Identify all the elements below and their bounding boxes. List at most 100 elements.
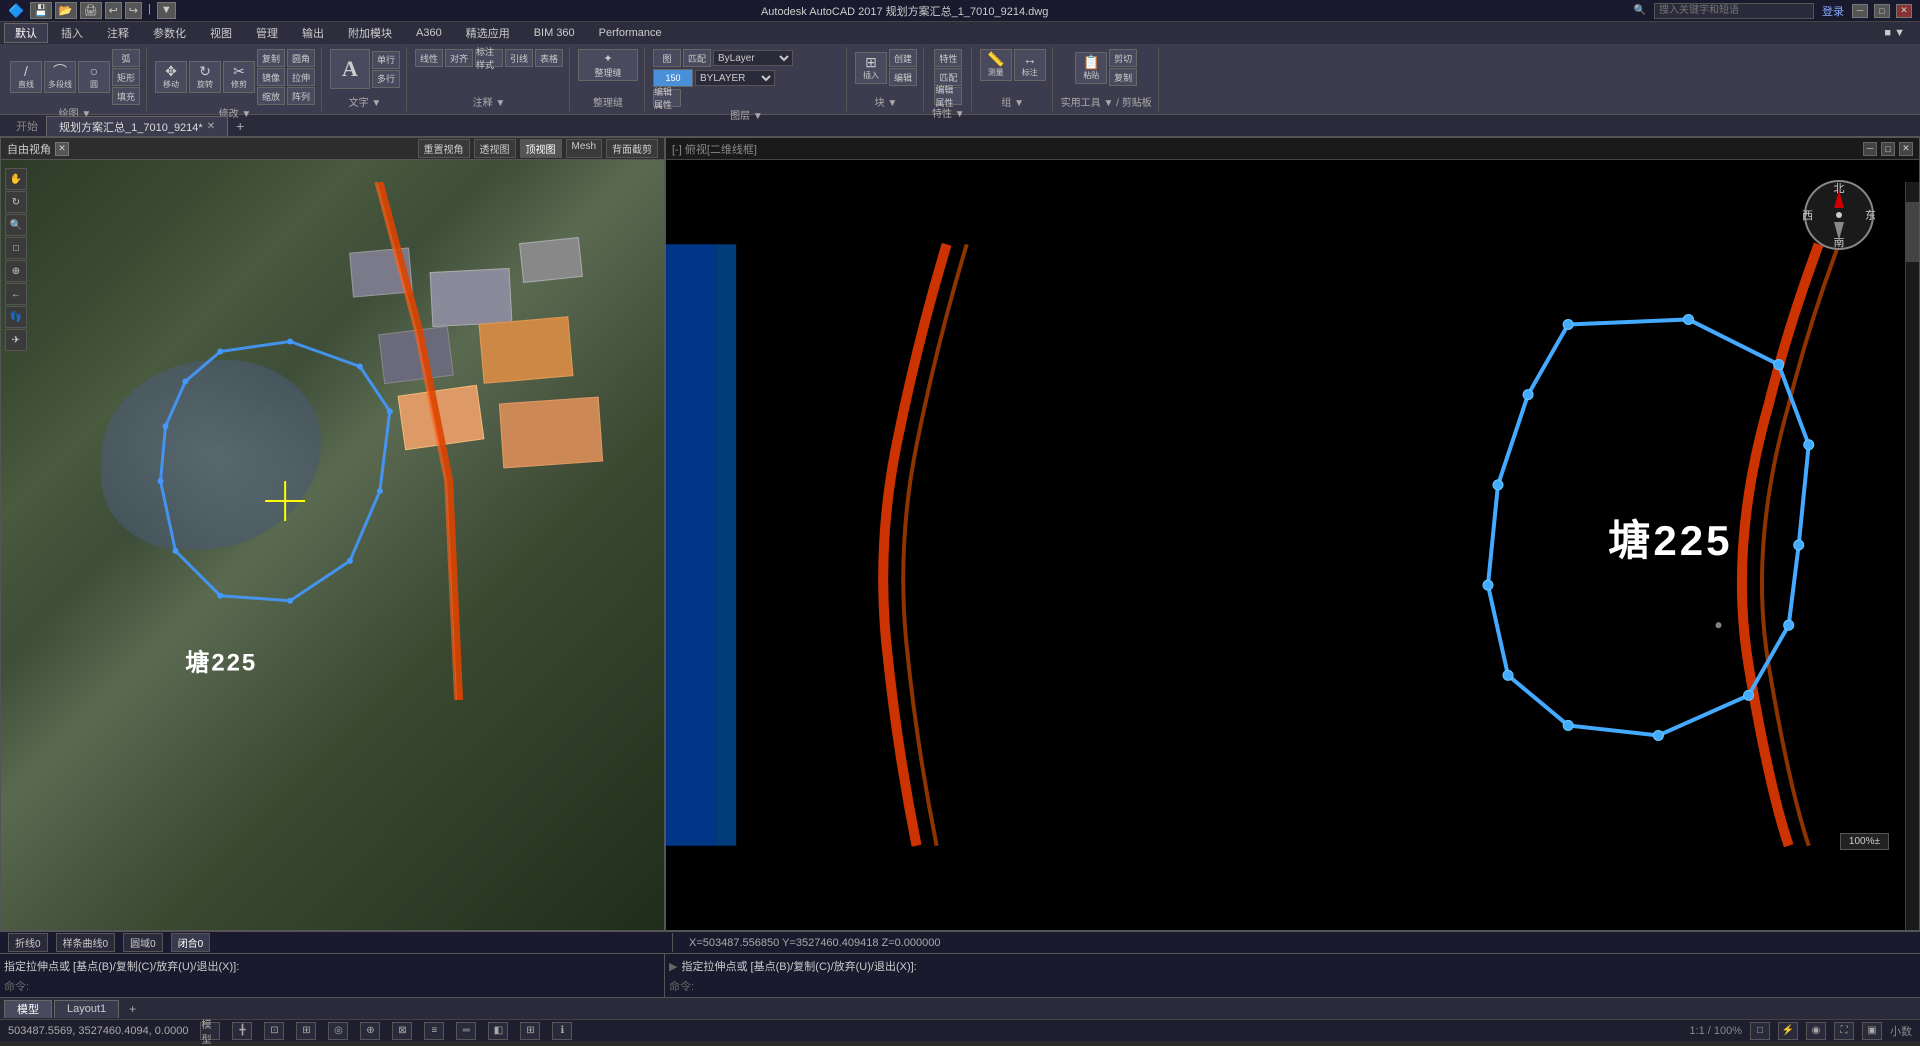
maximize-button[interactable]: □ — [1874, 4, 1890, 18]
text-tool[interactable]: A — [330, 49, 370, 89]
login-btn[interactable]: 登录 — [1822, 3, 1844, 19]
mesh-btn[interactable]: Mesh — [566, 139, 602, 158]
walk-tool-icon[interactable]: 👣 — [5, 306, 27, 328]
quick-redo[interactable]: ↪ — [125, 2, 142, 19]
layout1-tab[interactable]: Layout1 — [54, 1000, 119, 1018]
align-dim[interactable]: 对齐 — [445, 49, 473, 67]
3d-snap-btn[interactable]: ⊠ — [392, 1022, 412, 1040]
fillet-tool[interactable]: 圆角 — [287, 49, 315, 67]
extent-tool-icon[interactable]: ⊕ — [5, 260, 27, 282]
multi-line-text[interactable]: 多行 — [372, 70, 400, 88]
array-tool[interactable]: 阵列 — [287, 87, 315, 105]
workspace-switch[interactable]: ▼ — [157, 2, 176, 19]
tab-parametric[interactable]: 参数化 — [142, 23, 197, 43]
copy-clipboard[interactable]: 复制 — [1109, 68, 1137, 86]
command-right-input[interactable] — [698, 980, 1916, 992]
tab-addins[interactable]: 附加模块 — [337, 23, 403, 43]
rectangle-tool[interactable]: 矩形 — [112, 68, 140, 86]
model-tab[interactable]: 模型 — [4, 1000, 52, 1018]
circle-tool[interactable]: ○圆 — [78, 61, 110, 93]
customize-btn[interactable]: ▣ — [1862, 1022, 1882, 1040]
selection-cycle-btn[interactable]: ⊞ — [520, 1022, 540, 1040]
tab-default[interactable]: 默认 — [4, 23, 48, 43]
hatch-tool[interactable]: 填充 — [112, 87, 140, 105]
spline-count-btn[interactable]: 样条曲线0 — [56, 933, 116, 952]
quick-save[interactable]: 💾 — [30, 2, 52, 19]
dimension-btn[interactable]: ↔标注 — [1014, 49, 1046, 81]
prop-match[interactable]: 编辑属性 — [653, 89, 681, 107]
viewport-btn[interactable]: □ — [1750, 1022, 1770, 1040]
orbit-tool-icon[interactable]: ↻ — [5, 191, 27, 213]
tab-insert[interactable]: 插入 — [50, 23, 94, 43]
right-viewport[interactable]: [-] 俯视[二维线框] － □ ✕ — [665, 137, 1920, 931]
measure-btn[interactable]: 📏测量 — [980, 49, 1012, 81]
scale-tool[interactable]: 缩放 — [257, 87, 285, 105]
single-line-text[interactable]: 单行 — [372, 51, 400, 69]
document-tab[interactable]: 规划方案汇总_1_7010_9214* ✕ — [46, 116, 228, 136]
object-snap-btn[interactable]: ⊕ — [360, 1022, 380, 1040]
edit-block[interactable]: 编辑 — [889, 68, 917, 86]
transparency-btn[interactable]: ◧ — [488, 1022, 508, 1040]
snap-btn[interactable]: ⊡ — [264, 1022, 284, 1040]
tab-annotation[interactable]: 注释 — [96, 23, 140, 43]
zoom-tool-icon[interactable]: 🔍 — [5, 214, 27, 236]
mirror-tool[interactable]: 镜像 — [257, 68, 285, 86]
tab-close-btn[interactable]: ✕ — [207, 121, 215, 132]
tab-view[interactable]: 视图 — [199, 23, 243, 43]
cut-btn[interactable]: 剪切 — [1109, 49, 1137, 67]
circle-count-btn[interactable]: 圆域0 — [123, 933, 163, 952]
stretch-tool[interactable]: 拉伸 — [287, 68, 315, 86]
vp-close[interactable]: ✕ — [1899, 142, 1913, 156]
quick-open[interactable]: 📂 — [55, 2, 77, 19]
dynamic-input-btn[interactable]: ≡ — [424, 1022, 444, 1040]
closed-count-btn[interactable]: 闭合0 — [171, 933, 211, 952]
cad-drawing-area[interactable]: 塘225 北 南 东 西 — [666, 160, 1919, 930]
backface-btn[interactable]: 背面截剪 — [606, 139, 658, 158]
layer-properties[interactable]: 图 — [653, 49, 681, 67]
perspective-btn[interactable]: 透视图 — [474, 139, 516, 158]
pan-tool-icon[interactable]: ✋ — [5, 168, 27, 190]
trim-tool[interactable]: ✂修剪 — [223, 61, 255, 93]
lineweight-btn[interactable]: ═ — [456, 1022, 476, 1040]
vp-restore[interactable]: □ — [1881, 142, 1895, 156]
annotation-monitor-btn[interactable]: ℹ — [552, 1022, 572, 1040]
top-view-btn[interactable]: 顶视图 — [520, 139, 562, 158]
tab-collapse[interactable]: ■ ▼ — [1873, 23, 1916, 43]
tab-performance[interactable]: Performance — [588, 23, 673, 43]
tab-featured[interactable]: 精选应用 — [455, 23, 521, 43]
close-button[interactable]: ✕ — [1896, 4, 1912, 18]
view-close-btn[interactable]: ✕ — [55, 142, 69, 156]
hardware-accel-btn[interactable]: ⚡ — [1778, 1022, 1798, 1040]
reset-view-btn[interactable]: 重置视角 — [418, 139, 470, 158]
fly-tool-icon[interactable]: ✈ — [5, 329, 27, 351]
polar-btn[interactable]: ◎ — [328, 1022, 348, 1040]
fullscreen-btn[interactable]: ⛶ — [1834, 1022, 1854, 1040]
properties-btn[interactable]: 特性 — [934, 49, 962, 67]
scrollbar-thumb[interactable] — [1906, 202, 1919, 262]
add-tab-btn[interactable]: + — [228, 116, 252, 136]
linear-dim[interactable]: 线性 — [415, 49, 443, 67]
start-tab[interactable]: 开始 — [8, 116, 46, 136]
quick-print[interactable]: 🖨 — [80, 2, 102, 19]
arc-tool[interactable]: 弧 — [112, 49, 140, 67]
left-viewport[interactable]: 自由视角 ✕ 重置视角 透视图 顶视图 Mesh 背面截剪 — [0, 137, 665, 931]
ortho-btn[interactable]: ⊞ — [296, 1022, 316, 1040]
tab-manage[interactable]: 管理 — [245, 23, 289, 43]
rotate-tool[interactable]: ↻旋转 — [189, 61, 221, 93]
cmd-input-line[interactable]: 命令: — [4, 976, 660, 996]
polyline-count-btn[interactable]: 折线0 — [8, 933, 48, 952]
vp-minimize[interactable]: － — [1863, 142, 1877, 156]
cmd-right-input[interactable]: 命令: — [669, 976, 1916, 996]
line-tool[interactable]: /直线 — [10, 61, 42, 93]
layer-select[interactable]: ByLayer — [713, 50, 793, 66]
move-tool[interactable]: ✥移动 — [155, 61, 187, 93]
organize-btn[interactable]: ✦ 整理缝 — [578, 49, 638, 81]
paste-btn[interactable]: 📋粘贴 — [1075, 52, 1107, 84]
table[interactable]: 表格 — [535, 49, 563, 67]
right-scrollbar[interactable] — [1905, 182, 1919, 930]
linetype-select[interactable]: BYLAYER — [695, 70, 775, 86]
isolate-btn[interactable]: ◉ — [1806, 1022, 1826, 1040]
layer-match[interactable]: 匹配 — [683, 49, 711, 67]
insert-block[interactable]: ⊞插入 — [855, 52, 887, 84]
search-input[interactable] — [1654, 3, 1814, 19]
